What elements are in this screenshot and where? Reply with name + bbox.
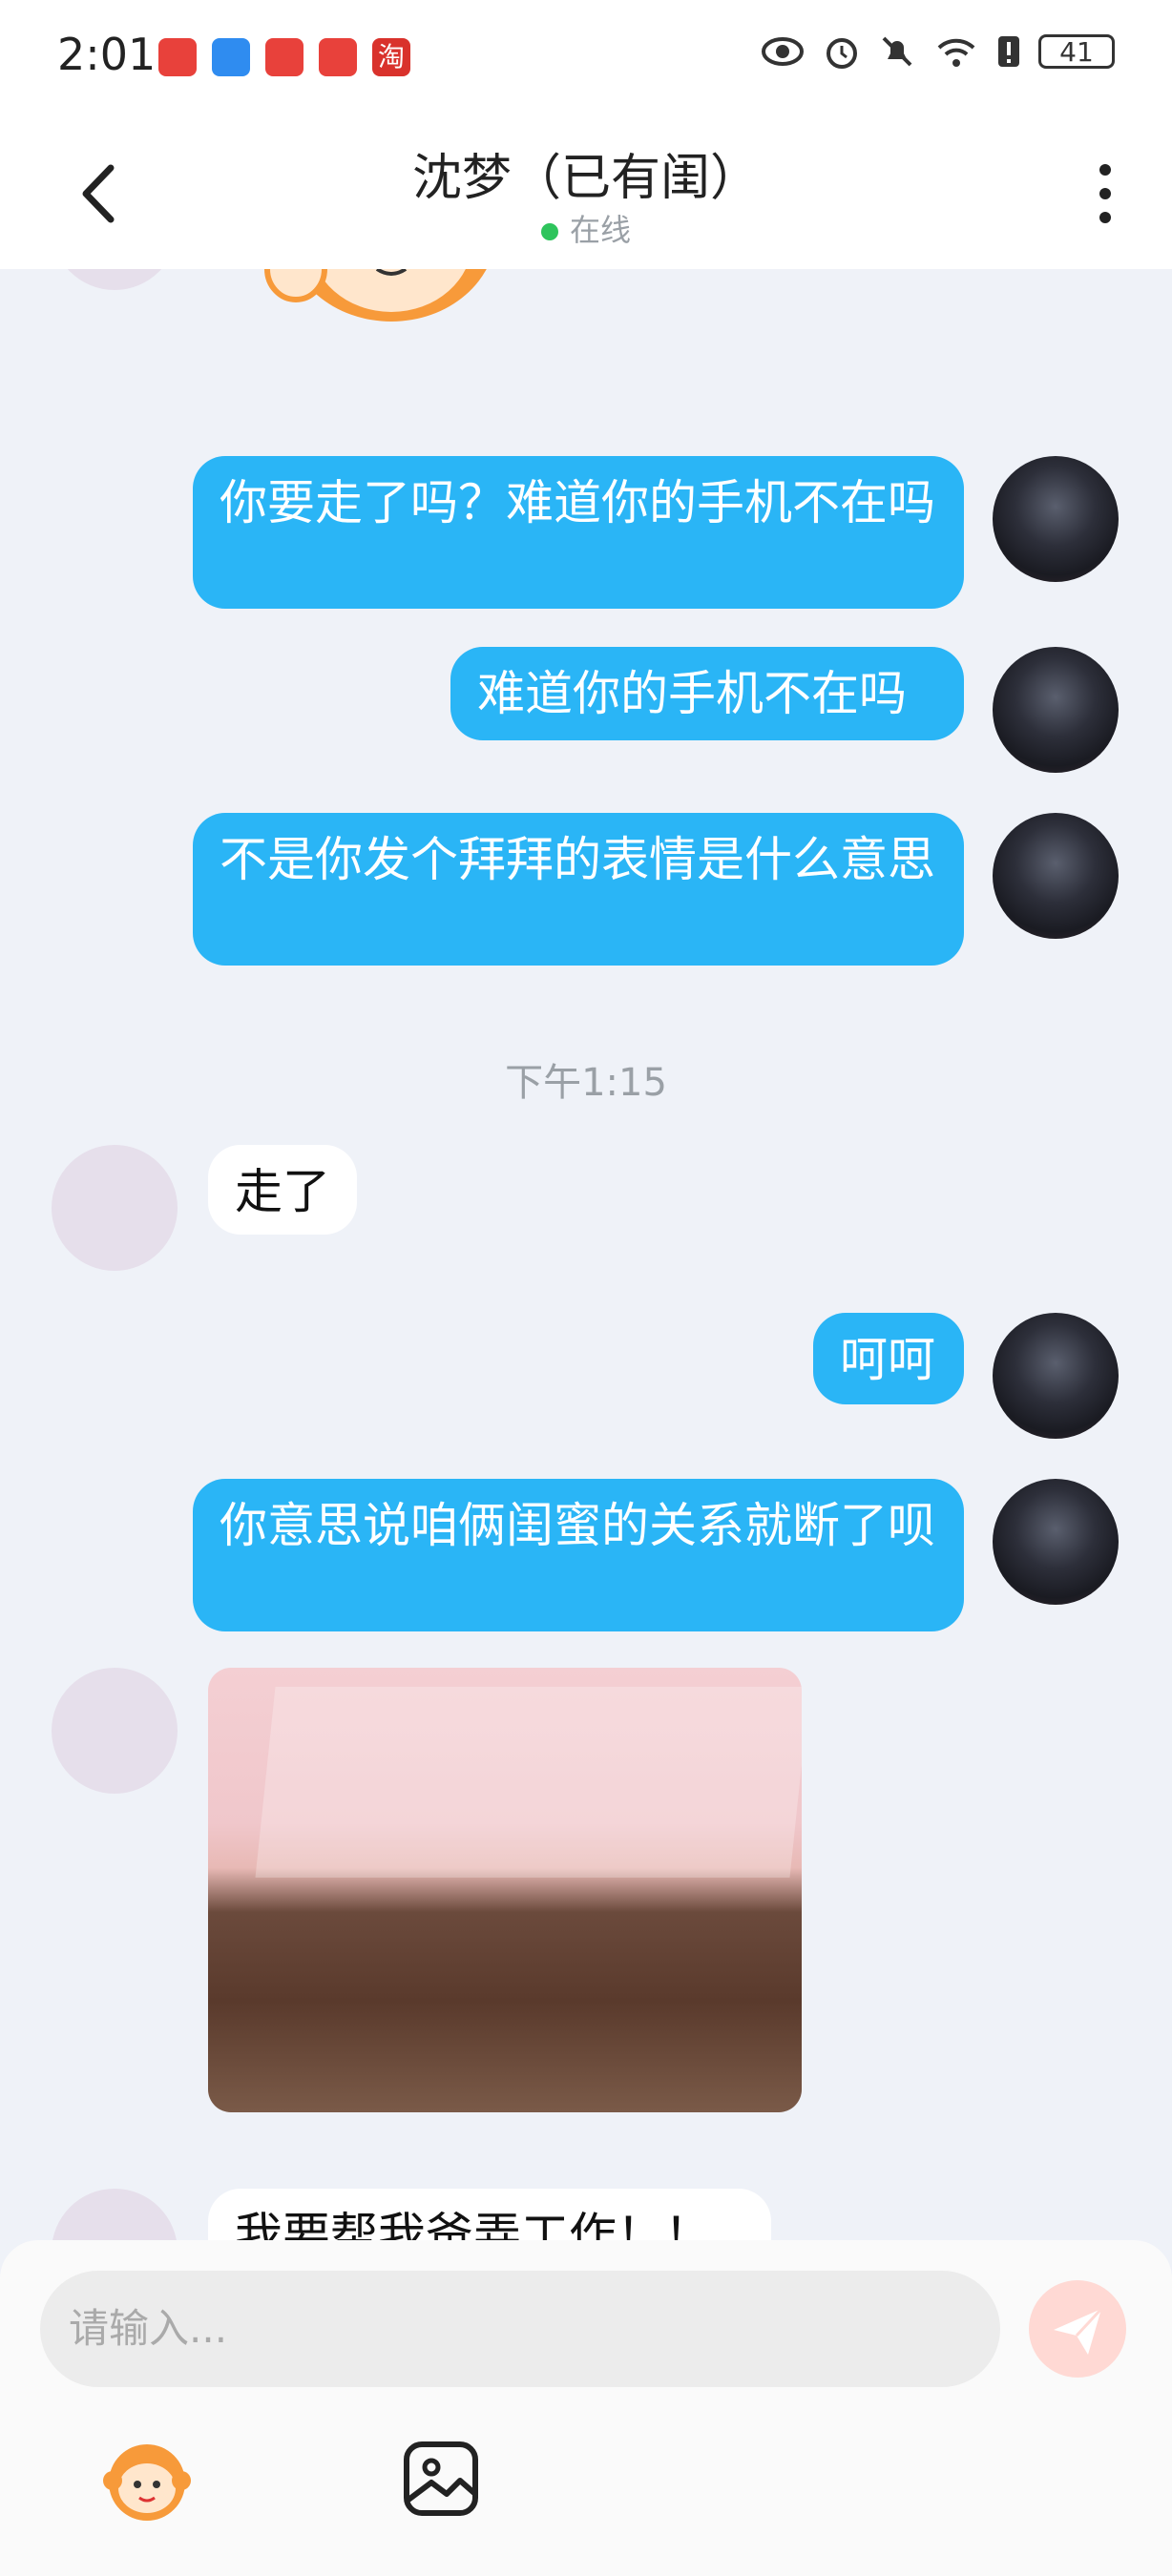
status-time: 2:01: [57, 29, 157, 80]
user-avatar[interactable]: [993, 456, 1119, 582]
message-bubble-sent[interactable]: 难道你的手机不在吗: [450, 647, 964, 740]
contact-avatar[interactable]: [52, 1145, 178, 1271]
taobao-app-icon: 淘: [372, 38, 410, 76]
monkey-sticker-icon[interactable]: [99, 2431, 195, 2526]
mute-bell-icon: [882, 36, 912, 67]
chat-header: 沈梦（已有闺） 在线: [0, 114, 1172, 269]
user-avatar[interactable]: [993, 1313, 1119, 1439]
huawei-app-icon-2: [319, 38, 357, 76]
user-avatar[interactable]: [993, 647, 1119, 773]
message-bubble-sent[interactable]: 不是你发个拜拜的表情是什么意思: [193, 813, 964, 966]
user-avatar[interactable]: [993, 813, 1119, 939]
send-icon: [1054, 2307, 1103, 2355]
sticker-image[interactable]: [258, 269, 506, 326]
huawei-app-icon: [158, 38, 197, 76]
eye-icon: [762, 37, 804, 66]
composer-bar: 请输入...: [0, 2240, 1172, 2576]
contact-avatar[interactable]: [52, 1668, 178, 1794]
message-list[interactable]: 你要走了吗？难道你的手机不在吗 难道你的手机不在吗 不是你发个拜拜的表情是什么意…: [0, 269, 1172, 2240]
message-bubble-received[interactable]: 我要帮我爸弄工作！！: [208, 2189, 771, 2240]
message-bubble-sent[interactable]: 你要走了吗？难道你的手机不在吗: [193, 456, 964, 609]
online-label: 在线: [569, 212, 631, 248]
more-vertical-icon[interactable]: [1096, 164, 1115, 223]
send-button[interactable]: [1029, 2280, 1126, 2378]
contact-avatar[interactable]: [52, 269, 178, 290]
timestamp: 下午1:15: [505, 1061, 667, 1105]
status-bar: 2:01 淘 41: [0, 0, 1172, 114]
message-bubble-sent[interactable]: 呵呵: [813, 1313, 964, 1404]
user-avatar[interactable]: [993, 1479, 1119, 1605]
online-status: 在线: [0, 206, 1172, 250]
alarm-icon: [827, 38, 857, 69]
chat-title: 沈梦（已有闺）: [411, 150, 760, 207]
wifi-icon: [937, 38, 975, 67]
battery-indicator: 41: [1038, 34, 1115, 69]
message-bubble-sent[interactable]: 你意思说咱俩闺蜜的关系就断了呗: [193, 1479, 964, 1631]
photo-message[interactable]: [208, 1668, 802, 2112]
mall-app-icon: [265, 38, 303, 76]
contact-avatar[interactable]: [52, 2189, 178, 2240]
cloud-app-icon: [212, 38, 250, 76]
alert-icon: [998, 36, 1019, 67]
image-icon[interactable]: [393, 2431, 489, 2526]
online-dot: [540, 223, 558, 240]
message-input[interactable]: 请输入...: [40, 2271, 1000, 2387]
message-bubble-received[interactable]: 走了: [208, 1145, 357, 1235]
